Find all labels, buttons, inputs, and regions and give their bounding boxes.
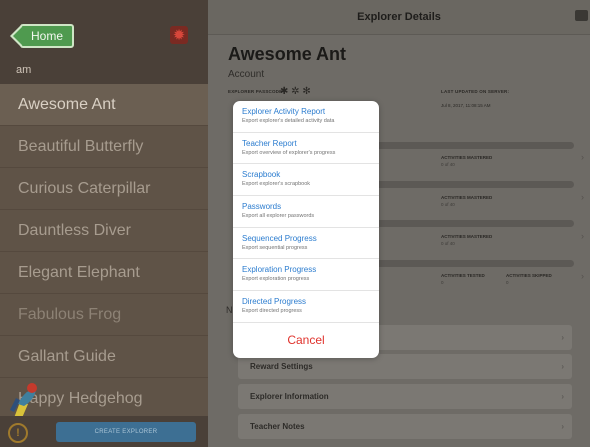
main-header: Explorer Details — [208, 0, 590, 35]
gear-icon[interactable] — [170, 25, 188, 45]
menu-item-subtitle: Export all explorer passwords — [242, 213, 315, 220]
last-updated-label: LAST UPDATED ON SERVER: — [441, 89, 510, 94]
progress-bar — [368, 181, 574, 188]
menu-item-title: Directed Progress — [242, 297, 307, 307]
info-icon[interactable]: ! — [8, 423, 28, 443]
chevron-right-icon[interactable]: › — [581, 192, 584, 202]
chevron-right-icon: › — [561, 392, 564, 401]
explorer-name: Awesome Ant — [228, 44, 347, 64]
account-section-label: Account — [228, 69, 265, 80]
menu-item-title: Sequenced Progress — [242, 233, 317, 243]
explorer-item[interactable]: Beautiful Butterfly — [0, 126, 208, 168]
menu-item-subtitle: Export explorer's scrapbook — [242, 181, 310, 188]
last-updated-value: Jul 8, 2017, 11:08:15 AM — [441, 103, 491, 108]
stat-value: 0 of 40 — [441, 241, 455, 246]
progress-bar — [368, 260, 574, 267]
stat-value: 0 of 40 — [441, 202, 455, 207]
menu-item-title: Scrapbook — [242, 170, 281, 180]
explorer-item[interactable]: Elegant Elephant — [0, 252, 208, 294]
cancel-button[interactable]: Cancel — [233, 323, 379, 358]
reward-settings-label: Reward Settings — [250, 362, 313, 371]
chevron-right-icon: › — [561, 333, 564, 342]
progress-bar — [368, 142, 574, 149]
explorer-item[interactable]: Gallant Guide — [0, 336, 208, 378]
menu-item-directed-progress[interactable]: Directed Progress Export directed progre… — [233, 291, 379, 323]
menu-item-title: Explorer Activity Report — [242, 107, 326, 116]
menu-item-title: Teacher Report — [242, 138, 297, 148]
menu-item-subtitle: Export exploration progress — [242, 276, 310, 283]
export-menu-popover: Explorer Activity Report Export explorer… — [233, 101, 379, 358]
skipped-label: ACTIVITIES SKIPPED — [506, 273, 552, 278]
menu-item-passwords[interactable]: Passwords Export all explorer passwords — [233, 196, 379, 228]
progress-bar — [368, 220, 574, 227]
create-explorer-button[interactable]: CREATE EXPLORER — [56, 422, 196, 442]
home-button-label: Home — [30, 29, 63, 43]
menu-item-subtitle: Export directed progress — [242, 308, 302, 315]
search-text[interactable]: am — [16, 64, 31, 76]
export-icon[interactable] — [575, 10, 588, 21]
chevron-right-icon: › — [561, 422, 564, 431]
sidebar-footer: ! CREATE EXPLORER — [0, 416, 208, 447]
home-button[interactable]: Home — [10, 24, 74, 48]
menu-item-scrapbook[interactable]: Scrapbook Export explorer's scrapbook — [233, 164, 379, 197]
menu-item-subtitle: Export sequential progress — [242, 244, 308, 251]
menu-item-explorer-activity-report[interactable]: Explorer Activity Report Export explorer… — [233, 101, 379, 133]
sidebar-header: Home am — [0, 0, 208, 84]
chevron-right-icon[interactable]: › — [581, 271, 584, 281]
page-title: Explorer Details — [357, 11, 441, 23]
tested-label: ACTIVITIES TESTED — [441, 273, 485, 278]
menu-item-title: Passwords — [242, 202, 282, 212]
teacher-notes-label: Teacher Notes — [250, 422, 305, 431]
teacher-notes-row[interactable]: Teacher Notes › — [238, 414, 572, 439]
passcode-icons: ✱ ✲ ✻ — [280, 86, 311, 97]
stat-label: ACTIVITIES MASTERED — [441, 234, 493, 239]
leaf-icon: ✻ — [302, 86, 311, 97]
passcode-label: EXPLORER PASSCODE — [228, 89, 283, 94]
explorer-item[interactable]: Awesome Ant — [0, 84, 208, 126]
chevron-right-icon[interactable]: › — [581, 152, 584, 162]
explorer-item[interactable]: Curious Caterpillar — [0, 168, 208, 210]
skipped-value: 0 — [506, 280, 509, 285]
chevron-right-icon[interactable]: › — [581, 231, 584, 241]
menu-item-exploration-progress[interactable]: Exploration Progress Export exploration … — [233, 259, 379, 292]
explorer-item[interactable]: Dauntless Diver — [0, 210, 208, 252]
explorer-information-row[interactable]: Explorer Information › — [238, 384, 572, 409]
tested-value: 0 — [441, 280, 444, 285]
ant-icon: ✱ — [280, 86, 289, 97]
menu-item-subtitle: Export overview of explorer's progress — [242, 149, 336, 156]
stat-value: 0 of 40 — [441, 162, 455, 167]
stat-label: ACTIVITIES MASTERED — [441, 195, 493, 200]
mascot-character-icon — [10, 383, 37, 418]
chevron-right-icon: › — [561, 362, 564, 371]
menu-item-subtitle: Export explorer's detailed activity data — [242, 118, 335, 124]
stat-label: ACTIVITIES MASTERED — [441, 155, 493, 160]
section-label: N — [226, 305, 233, 315]
explorer-item[interactable]: Fabulous Frog — [0, 294, 208, 336]
sidebar: Home am Awesome Ant Beautiful Butterfly … — [0, 0, 208, 447]
bug-icon: ✲ — [291, 86, 300, 97]
menu-item-sequenced-progress[interactable]: Sequenced Progress Export sequential pro… — [233, 228, 379, 260]
explorer-list: Awesome Ant Beautiful Butterfly Curious … — [0, 84, 208, 420]
explorer-information-label: Explorer Information — [250, 392, 329, 401]
menu-item-teacher-report[interactable]: Teacher Report Export overview of explor… — [233, 133, 379, 165]
menu-item-title: Exploration Progress — [242, 265, 317, 275]
